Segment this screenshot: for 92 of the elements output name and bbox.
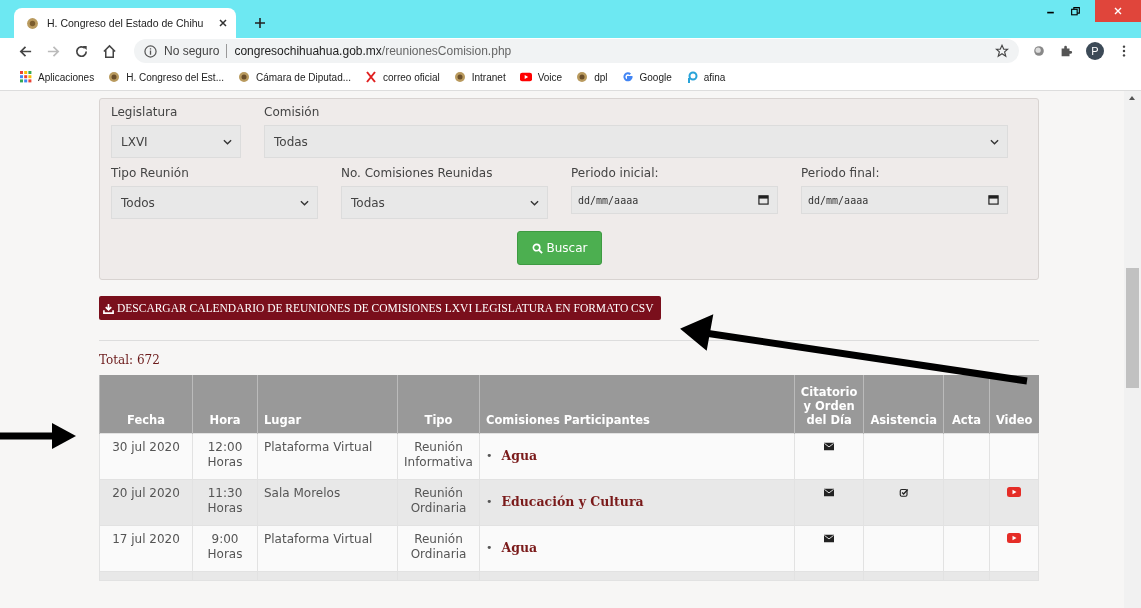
- seal-icon: [453, 71, 466, 83]
- restore-icon[interactable]: [1070, 5, 1081, 17]
- table-cell: 9:00 Horas: [192, 525, 258, 572]
- date-field[interactable]: dd/mm/aaaa: [571, 186, 778, 214]
- extension-circle-icon[interactable]: [1032, 44, 1046, 58]
- table-cell: Reunión Informativa: [397, 433, 480, 480]
- bullet: •: [486, 449, 493, 462]
- table-cell: 20 jul 2020: [99, 479, 193, 526]
- column-header: Fecha: [99, 375, 193, 434]
- chevron-down-icon: [300, 199, 309, 206]
- bullet: •: [486, 541, 493, 554]
- table-cell: Plataforma Virtual: [257, 433, 398, 480]
- table-cell: 11:30 Horas: [192, 479, 258, 526]
- column-header: Video: [989, 375, 1039, 434]
- bookmark-item[interactable]: H. Congreso del Est...: [108, 71, 224, 83]
- cross-icon: [365, 71, 378, 83]
- calendar-icon[interactable]: [758, 194, 769, 205]
- close-icon: [1113, 6, 1123, 16]
- reload-icon[interactable]: [74, 43, 89, 59]
- puzzle-icon[interactable]: [1059, 44, 1073, 58]
- column-header: Comisiones Participantes: [479, 375, 795, 434]
- field-label: No. Comisiones Reunidas: [341, 166, 494, 180]
- address-bar[interactable]: No seguro congresochihuahua.gob.mx/reunionesComision.php: [134, 39, 1019, 63]
- browser-tab[interactable]: H. Congreso del Estado de Chihu: [14, 8, 236, 38]
- legislatura-select[interactable]: LXVI: [111, 125, 241, 158]
- column-header: Tipo: [397, 375, 480, 434]
- bookmark-item[interactable]: correo oficial: [365, 71, 440, 83]
- field-label: Tipo Reunión: [111, 166, 190, 180]
- scroll-up-icon[interactable]: [1128, 95, 1136, 101]
- total-count: Total: 672: [99, 353, 161, 367]
- envelope-icon[interactable]: [824, 488, 835, 497]
- play-icon: [519, 71, 532, 83]
- column-header: Citatorio y Orden del Día: [794, 375, 864, 434]
- comisiones-count-select[interactable]: Todas: [341, 186, 548, 219]
- profile-avatar[interactable]: P: [1086, 42, 1104, 60]
- scrollbar[interactable]: [1124, 91, 1141, 608]
- comision-select[interactable]: Todas: [264, 125, 1008, 158]
- home-icon[interactable]: [102, 43, 117, 59]
- afina-logo-icon: [685, 71, 698, 83]
- info-icon: [144, 44, 157, 58]
- bookmark-item[interactable]: Aplicaciones: [20, 71, 95, 83]
- bullet: •: [486, 495, 493, 508]
- column-header: Acta: [943, 375, 990, 434]
- bookmark-item[interactable]: Google: [621, 71, 672, 83]
- chevron-down-icon: [223, 138, 232, 145]
- field-label: Comisión: [264, 105, 321, 119]
- bookmark-item[interactable]: afina: [685, 71, 726, 83]
- new-tab-icon[interactable]: [254, 17, 266, 29]
- seal-icon: [576, 71, 589, 83]
- chevron-down-icon: [990, 138, 999, 145]
- field-label: Periodo final:: [801, 166, 881, 180]
- checkbox-icon[interactable]: [898, 488, 909, 497]
- commission-link[interactable]: Agua: [501, 448, 538, 463]
- google-g-icon: [621, 71, 634, 83]
- column-header: Lugar: [257, 375, 398, 434]
- download-csv-button[interactable]: DESCARGAR CALENDARIO DE REUNIONES DE COMISIONES LXVI LEGISLATURA EN FORMATO CSV: [99, 296, 662, 320]
- field-label: Periodo inicial:: [571, 166, 660, 180]
- security-label: No seguro: [164, 44, 220, 58]
- table-cell: 17 jul 2020: [99, 525, 193, 572]
- scrollbar-thumb[interactable]: [1126, 268, 1139, 388]
- close-icon[interactable]: [218, 18, 228, 28]
- tipo-select[interactable]: Todos: [111, 186, 318, 219]
- url-text: congresochihuahua.gob.mx/reunionesComision.php: [234, 44, 513, 58]
- apps-grid-icon: [20, 71, 32, 83]
- seal-icon: [108, 71, 121, 83]
- star-icon[interactable]: [995, 44, 1009, 58]
- table-cell: Sala Morelos: [257, 479, 398, 526]
- bookmark-item[interactable]: Cámara de Diputad...: [238, 71, 352, 83]
- calendar-icon[interactable]: [988, 194, 999, 205]
- table-cell: Reunión Ordinaria: [397, 525, 480, 572]
- commission-link[interactable]: Agua: [501, 540, 538, 555]
- bookmark-item[interactable]: dpl: [576, 71, 608, 83]
- table-cell: Plataforma Virtual: [257, 525, 398, 572]
- seal-icon: [238, 71, 250, 83]
- column-header: Hora: [192, 375, 258, 434]
- commission-link[interactable]: Educación y Cultura: [501, 494, 644, 509]
- video-play-icon[interactable]: [1006, 533, 1021, 543]
- field-label: Legislatura: [111, 105, 179, 119]
- envelope-icon[interactable]: [824, 442, 835, 451]
- download-icon: [103, 302, 114, 314]
- seal-icon: [26, 16, 39, 30]
- bookmark-item[interactable]: Intranet: [453, 71, 506, 83]
- table-cell: Reunión Ordinaria: [397, 479, 480, 526]
- video-play-icon[interactable]: [1006, 487, 1021, 497]
- table-cell: 30 jul 2020: [99, 433, 193, 480]
- bookmark-item[interactable]: Voice: [519, 71, 563, 83]
- search-icon: [531, 242, 543, 254]
- table-cell: 12:00 Horas: [192, 433, 258, 480]
- chevron-down-icon: [530, 199, 539, 206]
- envelope-icon[interactable]: [824, 534, 835, 543]
- column-header: Asistencia: [863, 375, 944, 434]
- date-field[interactable]: dd/mm/aaaa: [801, 186, 1008, 214]
